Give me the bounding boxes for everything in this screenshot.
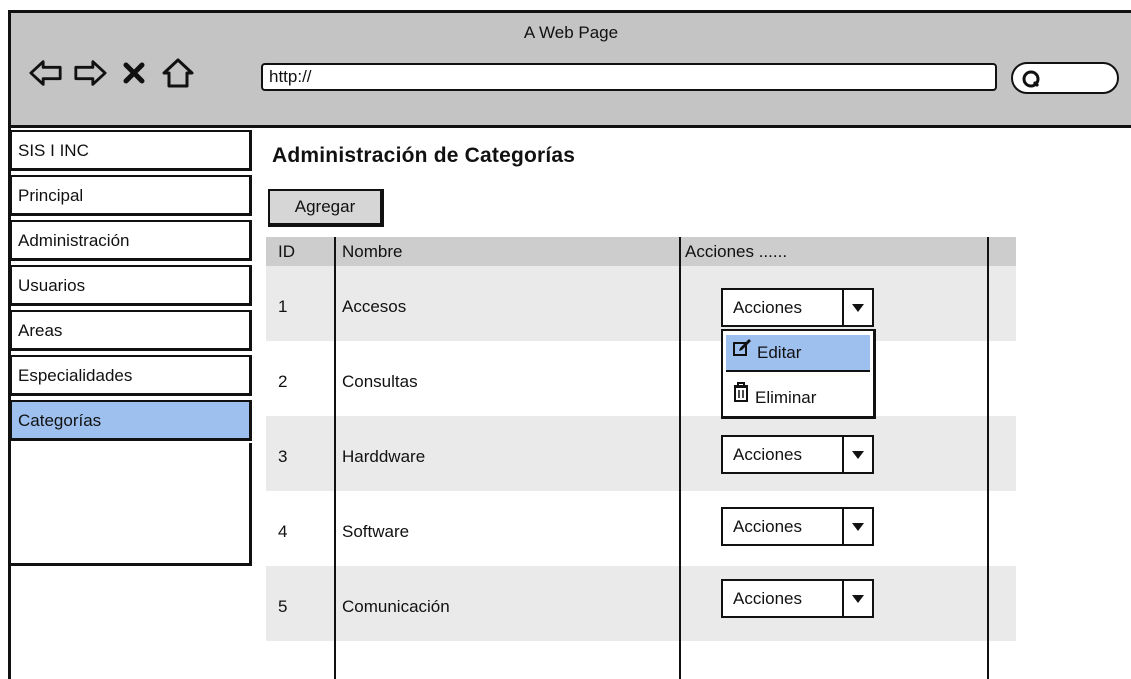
table-header: ID Nombre Acciones ...... (266, 237, 1016, 266)
row-id: 3 (278, 447, 288, 466)
dropdown-value: Acciones (733, 298, 802, 317)
row-name: Comunicación (342, 597, 450, 616)
sidebar-item-categorias[interactable]: Categorías (10, 400, 252, 441)
actions-dropdown[interactable]: Acciones (721, 288, 874, 327)
add-button[interactable]: Agregar (268, 189, 384, 227)
sidebar-item-usuarios[interactable]: Usuarios (10, 265, 252, 306)
actions-dropdown[interactable]: Acciones (721, 507, 874, 546)
sidebar-item-areas[interactable]: Areas (10, 310, 252, 351)
sidebar: SIS I INC Principal Administración Usuar… (10, 130, 252, 445)
dropdown-value: Acciones (733, 445, 802, 464)
window-title: A Web Page (523, 23, 619, 42)
url-input[interactable]: http:// (261, 63, 997, 91)
trash-icon (732, 379, 750, 416)
chevron-down-icon[interactable] (842, 581, 872, 616)
row-id: 5 (278, 597, 288, 616)
sidebar-empty-area (10, 443, 252, 566)
dropdown-value: Acciones (733, 517, 802, 536)
sidebar-item-especialidades[interactable]: Especialidades (10, 355, 252, 396)
row-name: Accesos (342, 297, 407, 316)
dropdown-value: Acciones (733, 589, 802, 608)
row-name: Harddware (342, 447, 426, 466)
table-row: 1 Accesos Acciones (266, 266, 1016, 341)
row-name: Consultas (342, 372, 418, 391)
sidebar-item-administracion[interactable]: Administración (10, 220, 252, 261)
page-title: Administración de Categorías (272, 144, 576, 167)
nav-buttons (29, 51, 195, 95)
browser-toolbar: A Web Page http:// (11, 13, 1131, 128)
menu-item-eliminar[interactable]: Eliminar (726, 379, 870, 416)
sidebar-item-sis-inc[interactable]: SIS I INC (10, 130, 252, 171)
header-id: ID (278, 242, 295, 261)
categories-table: ID Nombre Acciones ...... 1 Accesos Acci… (266, 237, 1016, 641)
row-name: Software (342, 522, 410, 541)
row-id: 1 (278, 297, 288, 316)
forward-arrow-icon[interactable] (73, 56, 107, 90)
pencil-icon (732, 334, 752, 371)
home-icon[interactable] (161, 56, 195, 90)
column-divider (334, 237, 336, 679)
search-icon (1021, 69, 1043, 94)
row-id: 4 (278, 522, 288, 541)
chevron-down-icon[interactable] (842, 509, 872, 544)
header-acciones: Acciones ...... (685, 242, 788, 261)
column-divider (679, 237, 681, 679)
header-nombre: Nombre (342, 242, 403, 261)
close-icon[interactable] (117, 56, 151, 90)
search-field[interactable] (1011, 62, 1119, 94)
actions-dropdown[interactable]: Acciones (721, 435, 874, 474)
table-row: 5 Comunicación Acciones (266, 566, 1016, 641)
table-row: 2 Consultas (266, 341, 1016, 416)
back-arrow-icon[interactable] (29, 56, 63, 90)
table-row: 3 Harddware Acciones (266, 416, 1016, 491)
actions-dropdown[interactable]: Acciones (721, 579, 874, 618)
chevron-down-icon[interactable] (842, 290, 872, 325)
chevron-down-icon[interactable] (842, 437, 872, 472)
table-row: 4 Software Acciones (266, 491, 1016, 566)
menu-label: Editar (757, 343, 802, 362)
actions-menu: Editar Eliminar (721, 329, 876, 419)
row-id: 2 (278, 372, 288, 391)
column-divider (987, 237, 989, 679)
sidebar-item-principal[interactable]: Principal (10, 175, 252, 216)
menu-item-editar[interactable]: Editar (726, 335, 870, 372)
menu-label: Eliminar (755, 388, 817, 407)
